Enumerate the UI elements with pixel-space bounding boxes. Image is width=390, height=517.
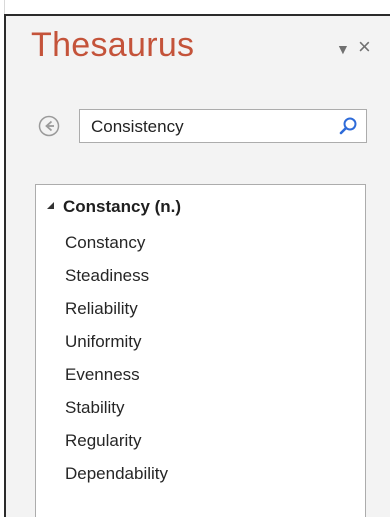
synonym-item[interactable]: Uniformity [65,325,168,358]
close-icon[interactable]: × [358,36,371,58]
collapse-triangle-icon[interactable] [47,201,54,209]
synonym-results-list: Constancy (n.) Constancy Steadiness Reli… [35,184,366,517]
synonym-item[interactable]: Steadiness [65,259,168,292]
meaning-group-header[interactable]: Constancy (n.) [47,194,181,220]
meaning-group-label: Constancy (n.) [63,197,182,216]
window: Thesaurus ▼ × Consistency Constancy (n.)… [0,0,390,517]
search-input[interactable]: Consistency [79,109,367,143]
task-pane-options-icon[interactable]: ▼ [336,42,350,56]
synonym-item[interactable]: Evenness [65,358,168,391]
synonym-item[interactable]: Dependability [65,457,168,490]
synonym-item[interactable]: Regularity [65,424,168,457]
synonym-list: Constancy Steadiness Reliability Uniform… [65,226,168,490]
search-icon[interactable] [338,116,358,136]
pane-title: Thesaurus [31,26,195,64]
synonym-item[interactable]: Stability [65,391,168,424]
back-arrow-icon[interactable] [38,115,60,137]
synonym-item[interactable]: Reliability [65,292,168,325]
thesaurus-pane: Thesaurus ▼ × Consistency Constancy (n.)… [4,14,390,517]
synonym-item[interactable]: Constancy [65,226,168,259]
search-input-value: Consistency [91,117,184,136]
